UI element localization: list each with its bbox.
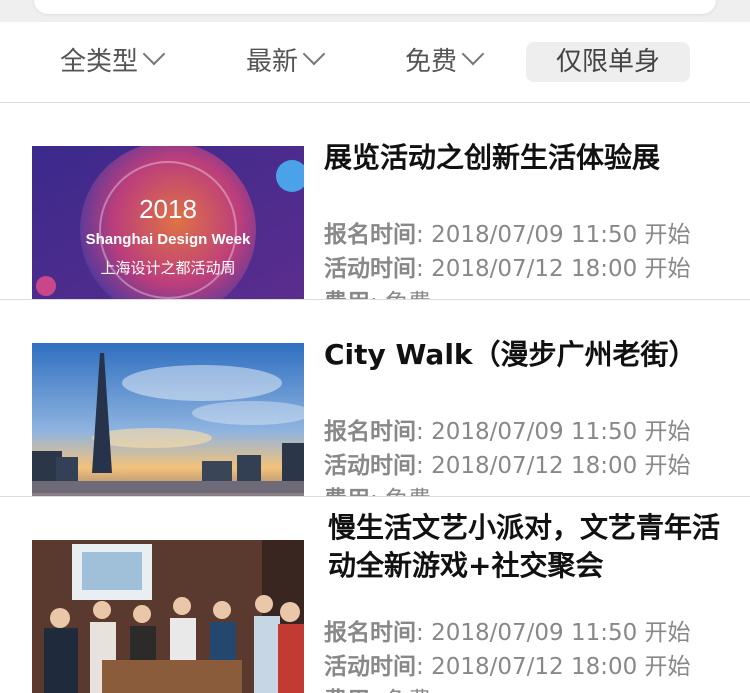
event-thumbnail: 2018 Shanghai Design Week 上海设计之都活动周 [32, 146, 304, 299]
filter-fee-label: 免费 [405, 47, 458, 77]
filter-bar: 全类型 最新 免费 仅限单身 [0, 22, 750, 103]
event-title: City Walk（漫步广州老街） [324, 338, 697, 371]
register-time-row: 报名时间: 2018/07/09 11:50 开始 [324, 222, 691, 248]
thumb-year: 2018 [139, 194, 197, 224]
event-title: 展览活动之创新生活体验展 [324, 141, 661, 174]
chevron-down-icon [302, 42, 326, 66]
event-thumbnail [32, 540, 304, 693]
thumb-subtitle: Shanghai Design Week [86, 231, 251, 248]
event-thumbnail [32, 343, 304, 496]
event-time-row: 活动时间: 2018/07/12 18:00 开始 [324, 453, 691, 479]
filter-type-dropdown[interactable]: 全类型 [60, 42, 166, 80]
event-item[interactable]: 慢生活文艺小派对，文艺青年活动全新游戏+社交聚会 报名时间: 2018/07/0… [0, 497, 750, 693]
event-item[interactable]: 2018 Shanghai Design Week 上海设计之都活动周 展览活动… [0, 103, 750, 300]
thumb-caption: 上海设计之都活动周 [100, 259, 235, 277]
search-box[interactable] [34, 0, 716, 14]
fee-row: 费用: 免费 [324, 681, 431, 693]
event-title: 慢生活文艺小派对，文艺青年活动全新游戏+社交聚会 [328, 511, 721, 582]
register-time-row: 报名时间: 2018/07/09 11:50 开始 [324, 419, 691, 445]
chevron-down-icon [461, 42, 485, 66]
chevron-down-icon [142, 42, 166, 66]
event-time-row: 活动时间: 2018/07/12 18:00 开始 [324, 654, 691, 680]
filter-sort-label: 最新 [246, 47, 299, 77]
top-bar [0, 0, 750, 22]
event-item[interactable]: City Walk（漫步广州老街） 报名时间: 2018/07/09 11:50… [0, 300, 750, 497]
event-time-row: 活动时间: 2018/07/12 18:00 开始 [324, 256, 691, 282]
single-only-toggle[interactable]: 仅限单身 [526, 42, 690, 82]
filter-type-label: 全类型 [60, 47, 139, 77]
filter-fee-dropdown[interactable]: 免费 [405, 42, 485, 80]
register-time-row: 报名时间: 2018/07/09 11:50 开始 [324, 620, 691, 646]
fee-row: 费用: 免费 [324, 480, 431, 496]
filter-sort-dropdown[interactable]: 最新 [246, 42, 326, 80]
fee-row: 费用: 免费 [324, 283, 431, 299]
